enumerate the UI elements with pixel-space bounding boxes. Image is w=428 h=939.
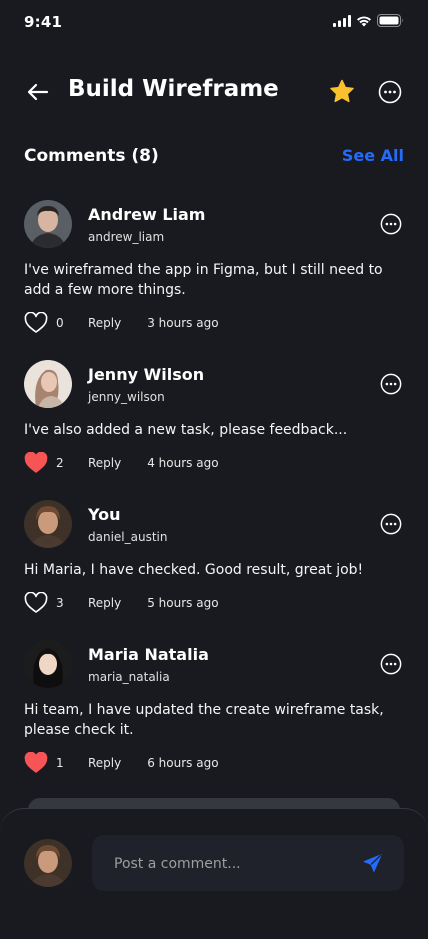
comment-item: Jenny Wilson jenny_wilson I've also adde… — [24, 360, 404, 500]
avatar[interactable] — [24, 500, 72, 548]
send-icon — [363, 854, 382, 872]
commenter-name: Jenny Wilson — [88, 365, 205, 384]
comment-item: You daniel_austin Hi Maria, I have check… — [24, 500, 404, 640]
like-count: 0 — [56, 316, 64, 330]
comment-composer — [0, 808, 428, 939]
avatar[interactable] — [24, 360, 72, 408]
heart-filled-icon[interactable] — [24, 751, 48, 774]
commenter-username: andrew_liam — [88, 230, 165, 244]
commenter-username: jenny_wilson — [88, 390, 165, 404]
more-circle-icon — [380, 653, 402, 675]
arrow-left-icon — [27, 83, 49, 101]
see-all-link[interactable]: See All — [342, 146, 404, 165]
favorite-button[interactable] — [328, 78, 356, 106]
commenter-username: maria_natalia — [88, 670, 170, 684]
commenter-name: You — [88, 505, 121, 524]
more-circle-icon — [380, 513, 402, 535]
commenter-username: daniel_austin — [88, 530, 168, 544]
heart-outline-icon[interactable] — [24, 311, 48, 334]
reply-button[interactable]: Reply — [88, 596, 121, 610]
comment-item: Maria Natalia maria_natalia Hi team, I h… — [24, 640, 404, 780]
comment-text: Hi team, I have updated the create wiref… — [24, 702, 384, 738]
commenter-name: Maria Natalia — [88, 645, 209, 664]
reply-button[interactable]: Reply — [88, 456, 121, 470]
reply-button[interactable]: Reply — [88, 316, 121, 330]
like-count: 1 — [56, 756, 64, 770]
comment-actions: 1 Reply 6 hours ago — [24, 751, 219, 774]
comment-text: I've wireframed the app in Figma, but I … — [24, 262, 383, 298]
more-circle-icon — [380, 373, 402, 395]
commenter-name: Andrew Liam — [88, 205, 206, 224]
like-count: 3 — [56, 596, 64, 610]
comment-input-box[interactable] — [92, 835, 404, 893]
comment-input[interactable] — [112, 835, 356, 893]
status-bar: 9:41 — [0, 0, 428, 44]
comment-more-button[interactable] — [380, 513, 402, 535]
reply-button[interactable]: Reply — [88, 756, 121, 770]
avatar[interactable] — [24, 200, 72, 248]
like-count: 2 — [56, 456, 64, 470]
battery-icon — [377, 14, 403, 27]
comment-actions: 2 Reply 4 hours ago — [24, 451, 219, 474]
comment-actions: 0 Reply 3 hours ago — [24, 311, 219, 334]
comment-item: Andrew Liam andrew_liam I've wireframed … — [24, 200, 404, 340]
comment-time: 5 hours ago — [147, 596, 219, 610]
wifi-icon — [357, 15, 371, 26]
comment-text: Hi Maria, I have checked. Good result, g… — [24, 562, 364, 578]
comment-text: I've also added a new task, please feedb… — [24, 422, 348, 438]
avatar[interactable] — [24, 640, 72, 688]
comment-time: 4 hours ago — [147, 456, 219, 470]
heart-outline-icon[interactable] — [24, 591, 48, 614]
status-time: 9:41 — [24, 13, 63, 31]
comment-more-button[interactable] — [380, 213, 402, 235]
avatar — [24, 839, 72, 887]
star-icon — [330, 79, 354, 103]
back-button[interactable] — [24, 78, 52, 106]
comment-more-button[interactable] — [380, 373, 402, 395]
comment-time: 3 hours ago — [147, 316, 219, 330]
more-circle-icon — [380, 213, 402, 235]
comments-title: Comments (8) — [24, 146, 159, 166]
comments-header: Comments (8) See All — [24, 144, 404, 168]
send-button[interactable] — [362, 852, 384, 874]
comment-more-button[interactable] — [380, 653, 402, 675]
comment-actions: 3 Reply 5 hours ago — [24, 591, 219, 614]
header: Build Wireframe — [0, 72, 428, 112]
heart-filled-icon[interactable] — [24, 451, 48, 474]
cellular-signal-icon — [333, 14, 351, 27]
page-title: Build Wireframe — [68, 76, 279, 102]
more-options-button[interactable] — [378, 80, 402, 104]
status-icons — [333, 14, 404, 27]
more-circle-icon — [378, 80, 402, 104]
comment-time: 6 hours ago — [147, 756, 219, 770]
